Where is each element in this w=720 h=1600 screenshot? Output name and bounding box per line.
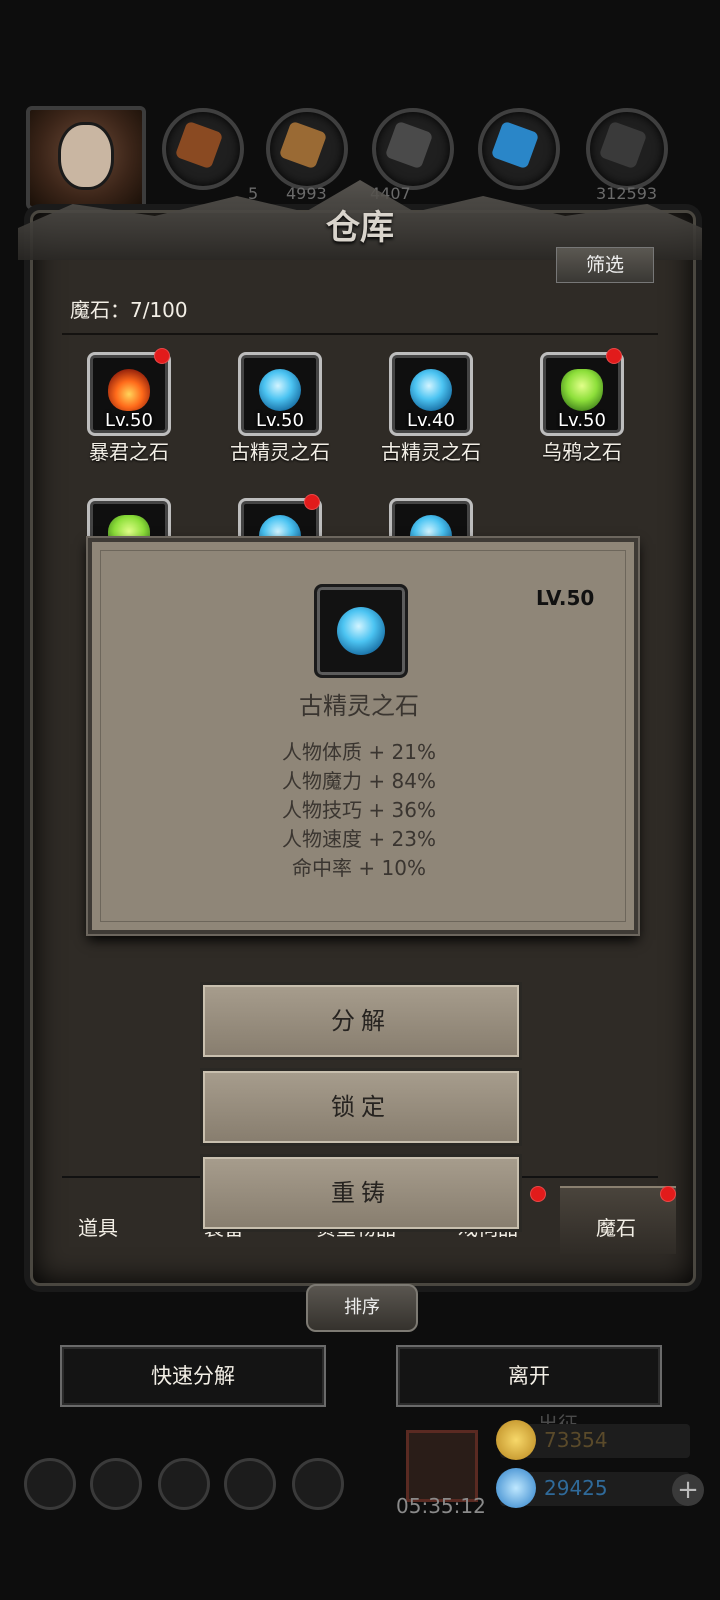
leave-button[interactable]: 离开 [396, 1345, 662, 1407]
item-slot[interactable]: Lv.50 乌鸦之石 [507, 352, 657, 465]
item-level: Lv.50 [105, 410, 153, 431]
settings-icon[interactable] [24, 1458, 76, 1510]
fire-stone-icon [108, 369, 150, 411]
add-currency-button[interactable]: + [672, 1474, 704, 1506]
crow-stone-icon [561, 369, 603, 411]
item-name: 古精灵之石 [381, 440, 481, 464]
item-name: 乌鸦之石 [542, 440, 622, 464]
stone-resource-icon [586, 108, 668, 190]
elf-stone-icon [337, 607, 385, 655]
detail-level: LV.50 [536, 586, 595, 610]
new-badge [154, 348, 170, 364]
new-badge [606, 348, 622, 364]
stat-line: 人物技巧 + 36% [282, 798, 436, 822]
new-badge [660, 1186, 676, 1202]
item-count: 魔石：7/100 [70, 298, 188, 322]
item-slot[interactable]: Lv.50 古精灵之石 [205, 352, 355, 465]
stat-line: 命中率 + 10% [292, 856, 426, 880]
helmet-icon[interactable] [90, 1458, 142, 1510]
item-level: Lv.50 [558, 410, 606, 431]
iron-resource-icon [372, 108, 454, 190]
elf-stone-icon [259, 369, 301, 411]
detail-item-slot [314, 584, 408, 678]
gem-bar: 29425 [496, 1468, 690, 1508]
gold-bar: 73354 [496, 1420, 690, 1460]
item-level: Lv.50 [256, 410, 304, 431]
item-name: 暴君之石 [89, 440, 169, 464]
quick-decompose-button[interactable]: 快速分解 [60, 1345, 326, 1407]
elf-stone-icon [410, 369, 452, 411]
mail-icon[interactable] [224, 1458, 276, 1510]
stat-line: 人物体质 + 21% [282, 740, 436, 764]
stat-line: 人物魔力 + 84% [282, 769, 436, 793]
item-slot[interactable]: Lv.50 暴君之石 [54, 352, 204, 465]
tab-items[interactable]: 道具 [78, 1212, 118, 1241]
player-avatar[interactable] [26, 106, 146, 210]
divider [62, 333, 658, 335]
stat-line: 人物速度 + 23% [282, 827, 436, 851]
detail-name: 古精灵之石 [299, 692, 419, 720]
gem-icon [496, 1468, 536, 1508]
item-slot[interactable]: Lv.40 古精灵之石 [356, 352, 506, 465]
gold-amount: 73354 [544, 1428, 608, 1452]
sort-button[interactable]: 排序 [306, 1284, 418, 1332]
stat-list: 人物体质 + 21% 人物魔力 + 84% 人物技巧 + 36% 人物速度 + … [88, 738, 630, 883]
plank-resource-icon [266, 108, 348, 190]
gem-amount: 29425 [544, 1476, 608, 1500]
avatar-face-icon [58, 122, 114, 190]
gift-icon[interactable] [406, 1430, 478, 1502]
shield-icon[interactable] [292, 1458, 344, 1510]
crystal-resource-icon [478, 108, 560, 190]
decompose-button[interactable]: 分解 [200, 982, 522, 1060]
new-badge [530, 1186, 546, 1202]
resource-count: 312593 [596, 184, 658, 203]
new-badge [304, 494, 320, 510]
gate-icon[interactable] [158, 1458, 210, 1510]
tab-magic-stone[interactable]: 魔石 [596, 1212, 636, 1241]
recast-button[interactable]: 重铸 [200, 1154, 522, 1232]
lock-button[interactable]: 锁定 [200, 1068, 522, 1146]
gift-timer: 05:35:12 [396, 1494, 486, 1518]
panel-title: 仓库 [326, 208, 394, 248]
item-name: 古精灵之石 [230, 440, 330, 464]
gold-coin-icon [496, 1420, 536, 1460]
wood-resource-icon [162, 108, 244, 190]
item-level: Lv.40 [407, 410, 455, 431]
filter-button[interactable]: 筛选 [556, 247, 654, 283]
